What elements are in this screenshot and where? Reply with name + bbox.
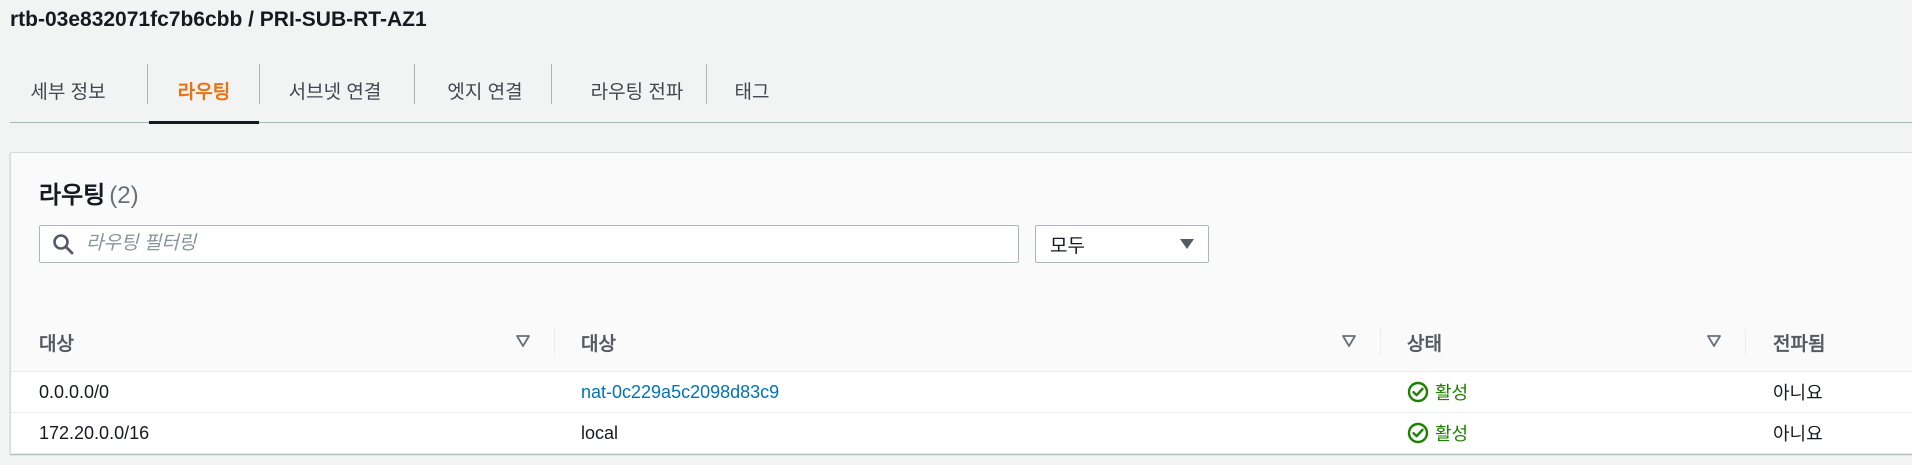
cell-target-link[interactable]: nat-0c229a5c2098d83c9: [581, 372, 779, 412]
routes-filter[interactable]: [39, 225, 1019, 263]
caret-down-icon: [1180, 239, 1194, 249]
tab-divider: [147, 64, 148, 104]
sort-icon[interactable]: [1707, 335, 1721, 347]
cell-propagated: 아니요: [1773, 383, 1823, 403]
page-title: rtb-03e832071fc7b6cbb / PRI-SUB-RT-AZ1: [10, 8, 427, 31]
sort-icon[interactable]: [516, 335, 530, 347]
cell-target: local: [581, 422, 619, 443]
sort-icon[interactable]: [1342, 335, 1356, 347]
cell-destination: 172.20.0.0/16: [39, 422, 150, 443]
tab-tags[interactable]: 태그: [707, 58, 797, 122]
column-divider: [1380, 329, 1381, 355]
column-header-status[interactable]: 상태: [1407, 313, 1442, 371]
column-header-destination[interactable]: 대상: [39, 313, 74, 371]
check-circle-icon: [1407, 422, 1429, 444]
tab-subnet-associations[interactable]: 서브넷 연결: [260, 58, 410, 122]
table-header: 대상 대상 상태 전파됨: [11, 313, 1912, 372]
tab-details[interactable]: 세부 정보: [10, 58, 126, 122]
cell-status: 활성: [1407, 413, 1468, 453]
routes-count: (2): [109, 182, 139, 209]
column-header-target[interactable]: 대상: [581, 313, 616, 371]
select-value: 모두: [1050, 235, 1085, 257]
cell-destination: 0.0.0.0/0: [39, 381, 110, 402]
column-divider: [554, 329, 555, 355]
check-circle-icon: [1407, 381, 1429, 403]
tab-route-propagation[interactable]: 라우팅 전파: [552, 58, 722, 122]
routes-title: 라우팅 (2): [39, 175, 139, 210]
column-divider: [1745, 329, 1746, 355]
tab-routes[interactable]: 라우팅: [149, 58, 259, 124]
tab-bar: 세부 정보 라우팅 서브넷 연결 엣지 연결 라우팅 전파 태그: [10, 58, 1912, 124]
cell-propagated: 아니요: [1773, 424, 1823, 444]
routes-panel: 라우팅(2) 모두 대상 대상 상태 전파됨 0.0.0.0/0 nat-0c2…: [10, 152, 1912, 454]
column-header-propagated[interactable]: 전파됨: [1773, 313, 1825, 371]
status-text: 활성: [1435, 383, 1469, 403]
table-row: 172.20.0.0/16 local 활성 아니요: [11, 413, 1912, 454]
cell-status: 활성: [1407, 372, 1468, 412]
routes-panel-header: 라우팅(2) 모두: [11, 153, 1912, 314]
routes-filter-select[interactable]: 모두: [1035, 225, 1209, 263]
status-text: 활성: [1435, 424, 1469, 444]
table-row: 0.0.0.0/0 nat-0c229a5c2098d83c9 활성 아니요: [11, 372, 1912, 413]
tab-edge-associations[interactable]: 엣지 연결: [415, 58, 555, 122]
routes-title-label: 라우팅: [39, 182, 106, 209]
routes-filter-input[interactable]: [84, 232, 1018, 256]
search-icon: [53, 234, 74, 255]
